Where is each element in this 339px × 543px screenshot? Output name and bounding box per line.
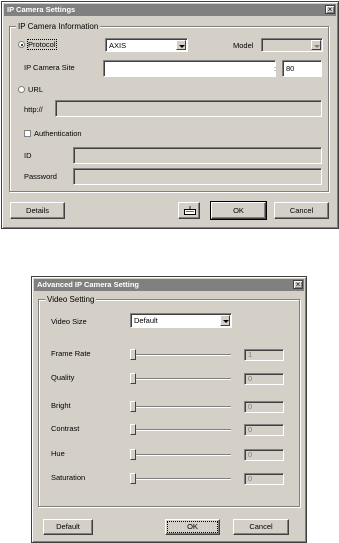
- slider-label: Frame Rate: [51, 349, 91, 358]
- close-icon[interactable]: ×: [325, 5, 335, 14]
- dialog-title: IP Camera Settings: [7, 5, 76, 14]
- cancel-button[interactable]: Cancel: [233, 519, 289, 535]
- slider-thumb[interactable]: [130, 473, 136, 484]
- slider-track[interactable]: [130, 406, 231, 408]
- chevron-down-icon[interactable]: [220, 315, 230, 326]
- title-bar: Advanced IP Camera Setting ×: [34, 279, 304, 291]
- id-input[interactable]: [73, 147, 322, 164]
- slider-row: Hue 0: [39, 448, 301, 462]
- group-title: IP Camera Information: [16, 22, 101, 31]
- port-separator: :: [274, 64, 277, 73]
- slider-value-field[interactable]: 0: [244, 424, 284, 436]
- ip-camera-site-input[interactable]: [103, 60, 276, 77]
- slider-track[interactable]: [130, 429, 231, 431]
- slider-label: Saturation: [51, 473, 86, 482]
- slider-value-field[interactable]: 0: [244, 449, 284, 461]
- chevron-down-icon[interactable]: [311, 40, 321, 50]
- port-input[interactable]: 80: [282, 60, 322, 77]
- model-dropdown[interactable]: [261, 38, 323, 52]
- protocol-label: Protocol: [27, 39, 57, 50]
- id-label: ID: [24, 151, 32, 160]
- group-title: Video Setting: [45, 295, 97, 304]
- ip-camera-information-group: IP Camera Information Protocol AXIS Mode…: [9, 22, 329, 192]
- ip-camera-settings-dialog: IP Camera Settings × IP Camera Informati…: [1, 1, 339, 229]
- protocol-value: AXIS: [109, 41, 127, 50]
- video-size-dropdown[interactable]: Default: [130, 313, 232, 328]
- http-prefix: http://: [24, 105, 43, 114]
- protocol-radio[interactable]: [18, 41, 25, 48]
- slider-value: 0: [248, 450, 253, 459]
- video-size-label: Video Size: [51, 317, 87, 326]
- slider-value-field[interactable]: 1: [244, 349, 284, 361]
- authentication-checkbox[interactable]: [24, 130, 31, 137]
- slider-label: Quality: [51, 373, 75, 382]
- slider-value: 0: [248, 402, 253, 411]
- url-input[interactable]: [55, 100, 322, 117]
- port-value: 80: [286, 64, 295, 73]
- slider-thumb[interactable]: [130, 373, 136, 384]
- details-button[interactable]: Details: [10, 202, 65, 219]
- slider-label: Bright: [51, 401, 71, 410]
- close-icon[interactable]: ×: [293, 280, 303, 289]
- default-button[interactable]: Default: [43, 519, 93, 535]
- slider-track[interactable]: [130, 454, 231, 456]
- slider-label: Contrast: [51, 424, 80, 433]
- slider-value: 0: [248, 374, 253, 383]
- password-label: Password: [24, 172, 57, 181]
- cancel-button[interactable]: Cancel: [274, 202, 329, 219]
- slider-row: Bright 0: [39, 400, 301, 414]
- slider-value: 0: [248, 474, 253, 483]
- keyboard-button[interactable]: [178, 202, 200, 219]
- url-label: URL: [28, 85, 44, 94]
- slider-thumb[interactable]: [130, 401, 136, 412]
- slider-row: Saturation 0: [39, 472, 301, 486]
- password-input[interactable]: [73, 168, 322, 185]
- slider-track[interactable]: [130, 378, 231, 380]
- video-size-value: Default: [134, 316, 158, 325]
- slider-value-field[interactable]: 0: [244, 401, 284, 413]
- slider-value-field[interactable]: 0: [244, 473, 284, 485]
- authentication-label: Authentication: [34, 129, 82, 138]
- slider-row: Contrast 0: [39, 423, 301, 437]
- slider-track[interactable]: [130, 354, 231, 356]
- keyboard-icon: [184, 206, 196, 215]
- slider-thumb[interactable]: [130, 349, 136, 360]
- slider-value: 1: [248, 350, 253, 359]
- slider-label: Hue: [51, 449, 65, 458]
- ip-camera-site-label: IP Camera Site: [24, 63, 75, 72]
- model-label: Model: [233, 41, 254, 50]
- title-bar: IP Camera Settings ×: [4, 4, 336, 16]
- ok-button[interactable]: OK: [165, 519, 220, 535]
- slider-row: Frame Rate 1: [39, 348, 301, 362]
- advanced-ip-camera-setting-dialog: Advanced IP Camera Setting × Video Setti…: [31, 276, 307, 543]
- chevron-down-icon[interactable]: [176, 40, 186, 50]
- ok-button[interactable]: OK: [210, 201, 267, 220]
- slider-row: Quality 0: [39, 372, 301, 386]
- protocol-dropdown[interactable]: AXIS: [105, 38, 188, 52]
- slider-track[interactable]: [130, 478, 231, 480]
- slider-thumb[interactable]: [130, 449, 136, 460]
- dialog-title: Advanced IP Camera Setting: [37, 280, 139, 289]
- slider-value: 0: [248, 425, 253, 434]
- slider-thumb[interactable]: [130, 424, 136, 435]
- video-setting-group: Video Setting Video Size Default Frame R…: [38, 295, 301, 507]
- slider-value-field[interactable]: 0: [244, 373, 284, 385]
- url-radio[interactable]: [18, 86, 25, 93]
